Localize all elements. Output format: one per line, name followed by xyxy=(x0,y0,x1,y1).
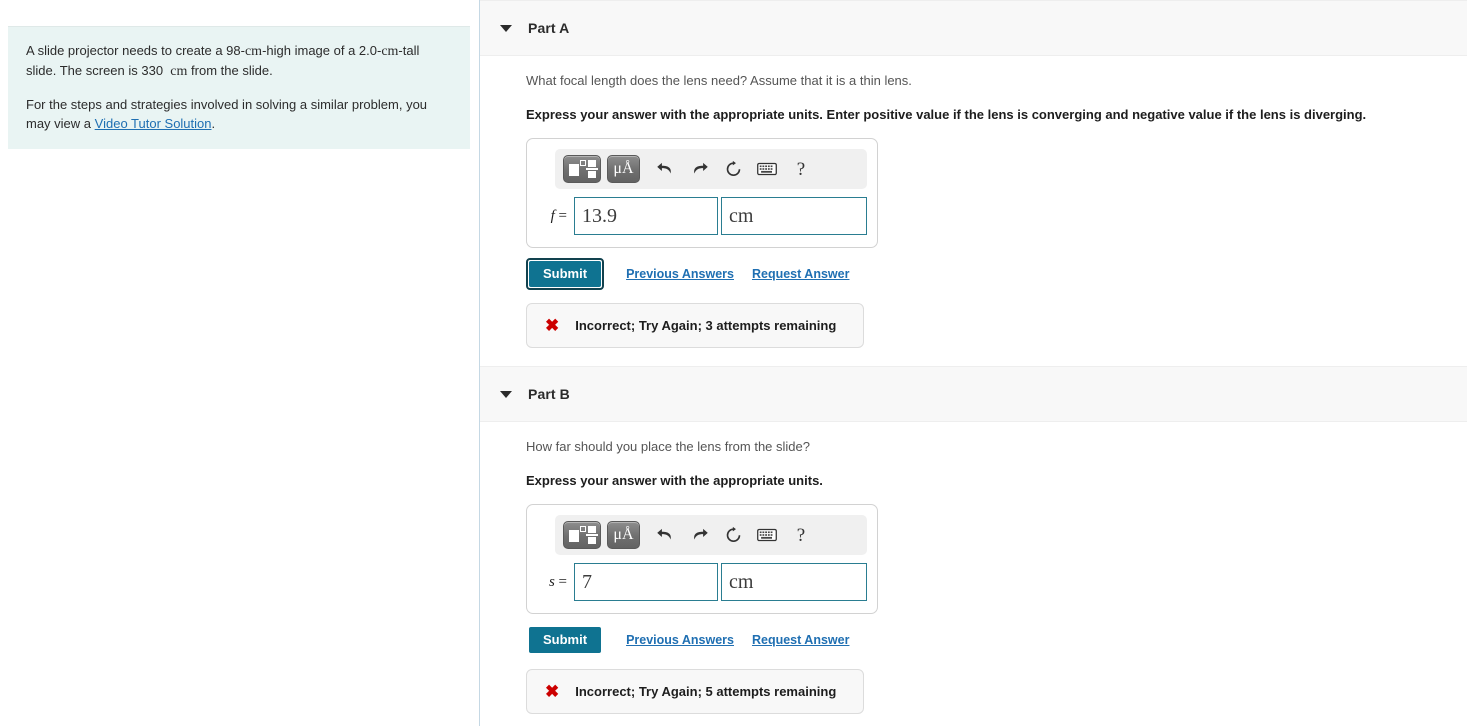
part-b-variable-label: s = xyxy=(539,574,574,591)
part-a-title: Part A xyxy=(528,20,570,36)
part-a-answer-widget: μÅ ? f = 13.9 cm xyxy=(526,138,878,248)
part-a-submit-focus-ring: Submit xyxy=(526,258,605,290)
part-b-body: How far should you place the lens from t… xyxy=(480,422,1467,714)
keyboard-icon[interactable] xyxy=(752,155,782,183)
chevron-down-icon[interactable] xyxy=(500,390,512,398)
part-b-instruction: Express your answer with the appropriate… xyxy=(526,473,823,488)
keyboard-icon[interactable] xyxy=(752,521,782,549)
part-a-toolbar: μÅ ? xyxy=(555,149,867,189)
unit-cm-1: cm xyxy=(244,44,263,59)
part-a-instruction: Express your answer with the appropriate… xyxy=(526,107,1367,122)
help-icon[interactable]: ? xyxy=(786,521,816,549)
redo-icon[interactable] xyxy=(684,521,714,549)
units-button[interactable]: μÅ xyxy=(607,155,640,183)
part-a-answer-row: f = xyxy=(537,197,867,235)
problem-page: A slide projector needs to create a 98-c… xyxy=(0,0,1467,726)
help-label: ? xyxy=(796,524,806,546)
problem-statement-pane: A slide projector needs to create a 98-c… xyxy=(0,0,480,726)
problem-text-2b: . xyxy=(211,116,216,131)
units-button[interactable]: μÅ xyxy=(607,521,640,549)
video-tutor-solution-link[interactable]: Video Tutor Solution xyxy=(95,116,212,131)
part-b-question: How far should you place the lens from t… xyxy=(526,439,810,454)
problem-text-1a: A slide projector needs to create a 98- xyxy=(26,43,245,58)
part-b-request-answer-link[interactable]: Request Answer xyxy=(752,633,849,647)
math-template-icon xyxy=(569,160,598,178)
problem-text-1d: from the slide. xyxy=(191,63,273,78)
math-template-button[interactable] xyxy=(563,521,601,549)
part-a-body: What focal length does the lens need? As… xyxy=(480,56,1467,348)
part-b-equals-sign: = xyxy=(558,573,567,590)
part-a-variable-symbol: f xyxy=(550,207,555,224)
unit-cm-2: cm xyxy=(381,44,399,59)
part-b-submit-wrap: Submit xyxy=(526,624,604,656)
part-b-title: Part B xyxy=(528,386,570,402)
problem-text-1b: -high image of a 2.0- xyxy=(262,43,382,58)
problem-paragraph-2: For the steps and strategies involved in… xyxy=(26,95,452,133)
part-b-feedback-text: Incorrect; Try Again; 5 attempts remaini… xyxy=(575,684,837,699)
part-b-variable-symbol: s xyxy=(548,573,555,590)
error-x-icon: ✖ xyxy=(545,682,560,701)
redo-icon[interactable] xyxy=(684,155,714,183)
units-icon: μÅ xyxy=(613,526,634,543)
part-b-previous-answers-link[interactable]: Previous Answers xyxy=(626,633,734,647)
math-template-icon xyxy=(569,526,598,544)
part-b-feedback-box: ✖ Incorrect; Try Again; 5 attempts remai… xyxy=(526,669,864,714)
part-a-variable-label: f = xyxy=(539,208,574,225)
part-a-feedback-box: ✖ Incorrect; Try Again; 3 attempts remai… xyxy=(526,303,864,348)
undo-icon[interactable] xyxy=(650,521,680,549)
part-a-feedback-text: Incorrect; Try Again; 3 attempts remaini… xyxy=(575,318,837,333)
chevron-down-icon[interactable] xyxy=(500,24,512,32)
part-b-answer-row: s = xyxy=(537,563,867,601)
reset-icon[interactable] xyxy=(718,155,748,183)
unit-cm-3: cm xyxy=(170,64,188,79)
part-a-question: What focal length does the lens need? As… xyxy=(526,73,912,88)
part-a-previous-answers-link[interactable]: Previous Answers xyxy=(626,267,734,281)
part-a-equals-sign: = xyxy=(558,207,567,224)
problem-paragraph-1: A slide projector needs to create a 98-c… xyxy=(26,41,452,81)
problem-statement-box: A slide projector needs to create a 98-c… xyxy=(8,26,470,149)
part-a-header[interactable]: Part A xyxy=(480,0,1467,56)
part-b-toolbar: μÅ ? xyxy=(555,515,867,555)
parts-pane: Part A What focal length does the lens n… xyxy=(480,0,1467,726)
part-a-submit-button[interactable]: Submit xyxy=(529,261,602,287)
part-b-submit-row: Submit Previous Answers Request Answer xyxy=(526,627,1467,653)
part-b-submit-button[interactable]: Submit xyxy=(529,627,602,653)
part-a-request-answer-link[interactable]: Request Answer xyxy=(752,267,849,281)
units-icon: μÅ xyxy=(613,160,634,177)
part-b-header[interactable]: Part B xyxy=(480,366,1467,422)
undo-icon[interactable] xyxy=(650,155,680,183)
part-b-answer-widget: μÅ ? s = 7 cm xyxy=(526,504,878,614)
part-a-value-input[interactable] xyxy=(574,197,718,235)
help-icon[interactable]: ? xyxy=(786,155,816,183)
part-a-submit-row: Submit Previous Answers Request Answer xyxy=(526,258,1467,290)
part-b-value-input[interactable] xyxy=(574,563,718,601)
math-template-button[interactable] xyxy=(563,155,601,183)
part-b-unit-input[interactable] xyxy=(721,563,867,601)
error-x-icon: ✖ xyxy=(545,316,560,335)
part-a-unit-input[interactable] xyxy=(721,197,867,235)
problem-text-2a: For the steps and strategies involved in… xyxy=(26,97,428,131)
reset-icon[interactable] xyxy=(718,521,748,549)
help-label: ? xyxy=(796,158,806,180)
